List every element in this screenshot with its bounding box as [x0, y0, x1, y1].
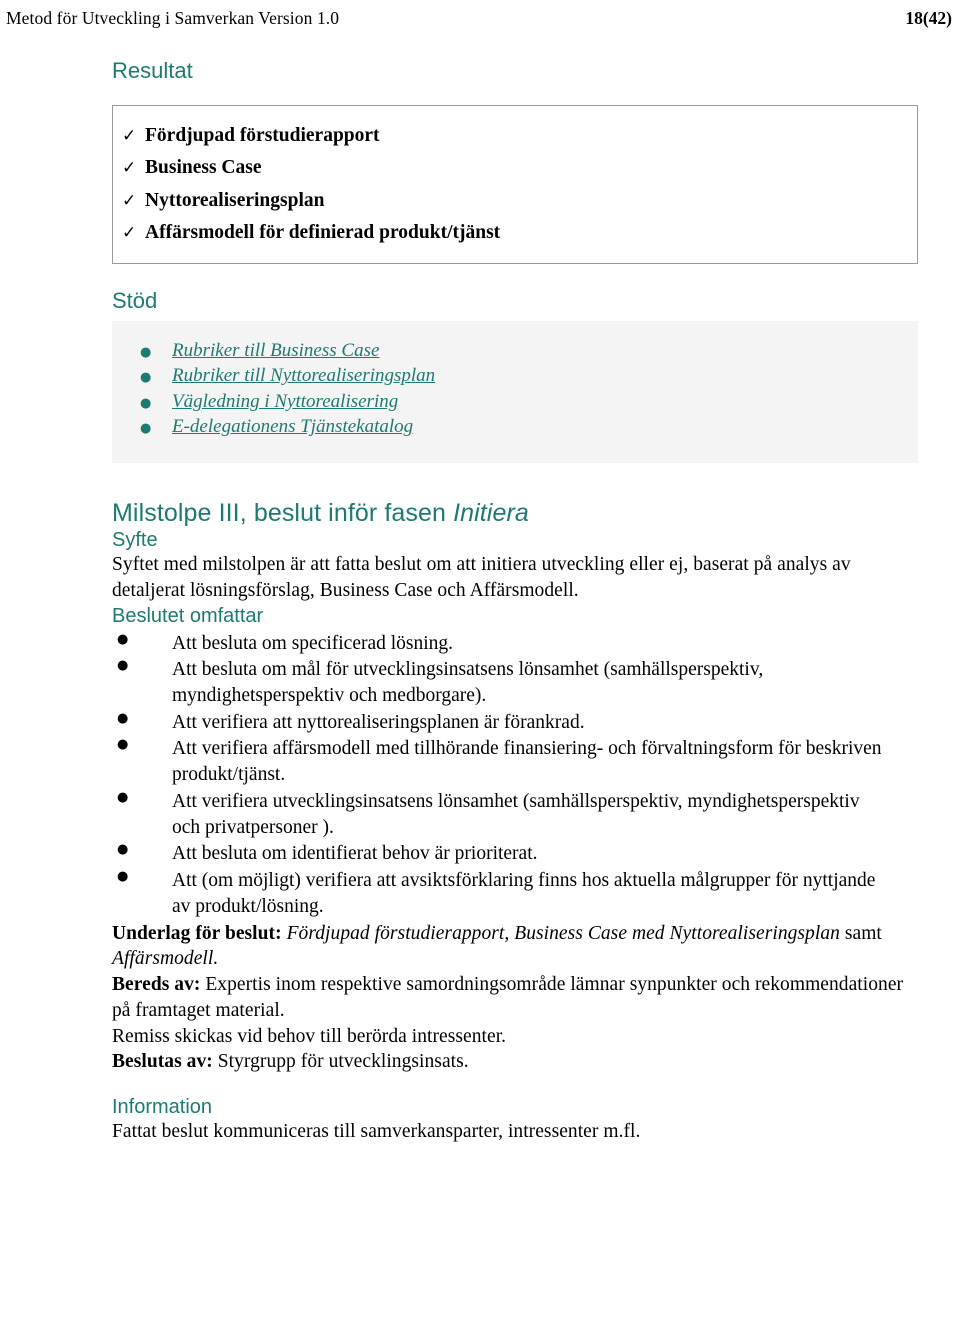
support-link[interactable]: Vägledning i Nyttorealisering — [172, 392, 918, 411]
bullet-dot-icon: ● — [117, 842, 129, 858]
page-header: Metod för Utveckling i Samverkan Version… — [0, 0, 960, 30]
list-item: ✓ Fördjupad förstudierapport — [113, 119, 917, 152]
decision-item-text: Att (om möjligt) verifiera att avsiktsfö… — [172, 870, 876, 917]
check-icon: ✓ — [122, 190, 137, 211]
result-item-label: Business Case — [145, 157, 262, 179]
basis-item-3: Affärsmodell. — [112, 948, 219, 970]
list-item: ✓ Affärsmodell för definierad produkt/tj… — [113, 217, 917, 250]
bullet-dot-icon: ● — [117, 737, 129, 753]
decision-item-text: Att besluta om specificerad lösning. — [172, 632, 454, 654]
decided-by-text: Styrgrupp för utvecklingsinsats. — [212, 1051, 469, 1073]
list-item[interactable]: ● E-delegationens Tjänstekatalog — [112, 414, 918, 439]
list-item: ● Att verifiera affärsmodell med tillhör… — [112, 736, 920, 788]
prepared-text: Expertis inom respektive samordningsområ… — [112, 974, 904, 1021]
bullet-dot-icon: ● — [140, 395, 152, 411]
list-item: ● Att (om möjligt) verifiera att avsikts… — [112, 868, 920, 920]
decision-list: ● Att besluta om specificerad lösning. ●… — [112, 631, 920, 921]
list-item: ● Att verifiera utvecklingsinsatsens lön… — [112, 789, 920, 841]
decision-item-text: Att verifiera att nyttorealiseringsplane… — [172, 711, 585, 733]
result-item-label: Affärsmodell för definierad produkt/tjän… — [145, 222, 501, 244]
bullet-dot-icon: ● — [140, 370, 152, 386]
support-panel: ● Rubriker till Business Case ● Rubriker… — [112, 320, 918, 464]
decision-item-text: Att besluta om mål för utvecklingsinsats… — [172, 659, 764, 706]
prepared-paragraph: Bereds av: Expertis inom respektive samo… — [112, 972, 920, 1023]
list-item[interactable]: ● Rubriker till Business Case — [112, 338, 918, 363]
decision-item-text: Att verifiera utvecklingsinsatsens lönsa… — [172, 790, 860, 838]
check-icon: ✓ — [122, 158, 137, 179]
check-icon: ✓ — [122, 223, 137, 244]
heading-beslutet-omfattar: Beslutet omfattar — [112, 604, 264, 627]
basis-label: Underlag för beslut: — [112, 922, 282, 944]
list-item: ● Att besluta om specificerad lösning. — [112, 631, 920, 658]
heading-syfte: Syfte — [112, 529, 158, 552]
result-check-list: ✓ Fördjupad förstudierapport ✓ Business … — [113, 119, 917, 249]
result-box: ✓ Fördjupad förstudierapport ✓ Business … — [112, 105, 918, 265]
information-text: Fattat beslut kommuniceras till samverka… — [112, 1120, 641, 1142]
purpose-text: Syftet med milstolpen är att fatta beslu… — [112, 554, 851, 601]
decision-item-text: Att verifiera affärsmodell med tillhöran… — [172, 738, 882, 786]
bullet-dot-icon: ● — [117, 658, 129, 674]
bullet-dot-icon: ● — [117, 631, 129, 647]
basis-item-2: Business Case med Nyttorealiseringsplan — [514, 922, 840, 944]
list-item[interactable]: ● Rubriker till Nyttorealiseringsplan — [112, 363, 918, 388]
list-item: ✓ Business Case — [113, 152, 917, 185]
milestone-title-text: Milstolpe III, beslut inför fasen — [112, 499, 454, 528]
check-icon: ✓ — [122, 125, 137, 146]
basis-separator: , — [504, 922, 515, 944]
bullet-dot-icon: ● — [140, 344, 152, 360]
basis-item-1: Fördjupad förstudierapport — [286, 922, 505, 944]
decided-by-paragraph: Beslutas av: Styrgrupp för utvecklingsin… — [112, 1049, 920, 1075]
list-item: ● Att verifiera att nyttorealiseringspla… — [112, 710, 920, 737]
milestone-section: Milstolpe III, beslut inför fasen Initie… — [112, 499, 920, 1144]
list-item: ● Att besluta om identifierat behov är p… — [112, 841, 920, 868]
milestone-title-phase: Initiera — [453, 499, 529, 528]
list-item: ✓ Nyttorealiseringsplan — [113, 184, 917, 217]
page-title: Milstolpe III, beslut inför fasen Initie… — [112, 499, 920, 528]
bullet-dot-icon: ● — [117, 710, 129, 726]
heading-stod: Stöd — [112, 288, 158, 314]
information-section: Information Fattat beslut kommuniceras t… — [112, 1095, 920, 1145]
basis-paragraph: Underlag för beslut: Fördjupad förstudie… — [112, 921, 920, 972]
page-number: 18(42) — [905, 7, 952, 28]
list-item: ● Att besluta om mål för utvecklingsinsa… — [112, 657, 920, 709]
result-item-label: Nyttorealiseringsplan — [145, 189, 325, 211]
decision-item-text: Att besluta om identifierat behov är pri… — [172, 843, 538, 865]
support-link[interactable]: Rubriker till Nyttorealiseringsplan — [172, 366, 918, 385]
heading-information: Information — [112, 1095, 213, 1118]
support-link[interactable]: E-delegationens Tjänstekatalog — [172, 417, 918, 436]
page-content: Resultat ✓ Fördjupad förstudierapport ✓ … — [112, 58, 920, 1145]
heading-resultat: Resultat — [112, 58, 193, 83]
prepared-label: Bereds av: — [112, 974, 201, 996]
bullet-dot-icon: ● — [117, 869, 129, 885]
result-item-label: Fördjupad förstudierapport — [145, 124, 380, 146]
remiss-paragraph: Remiss skickas vid behov till berörda in… — [112, 1025, 507, 1047]
decided-by-label: Beslutas av: — [112, 1051, 213, 1073]
support-link-list: ● Rubriker till Business Case ● Rubriker… — [112, 338, 918, 440]
document-title: Metod för Utveckling i Samverkan Version… — [6, 7, 340, 28]
support-link[interactable]: Rubriker till Business Case — [172, 341, 918, 360]
list-item[interactable]: ● Vägledning i Nyttorealisering — [112, 389, 918, 414]
bullet-dot-icon: ● — [140, 421, 152, 437]
bullet-dot-icon: ● — [117, 789, 129, 805]
basis-plain: samt — [839, 922, 882, 944]
support-section: Stöd ● Rubriker till Business Case ● Rub… — [112, 288, 920, 464]
